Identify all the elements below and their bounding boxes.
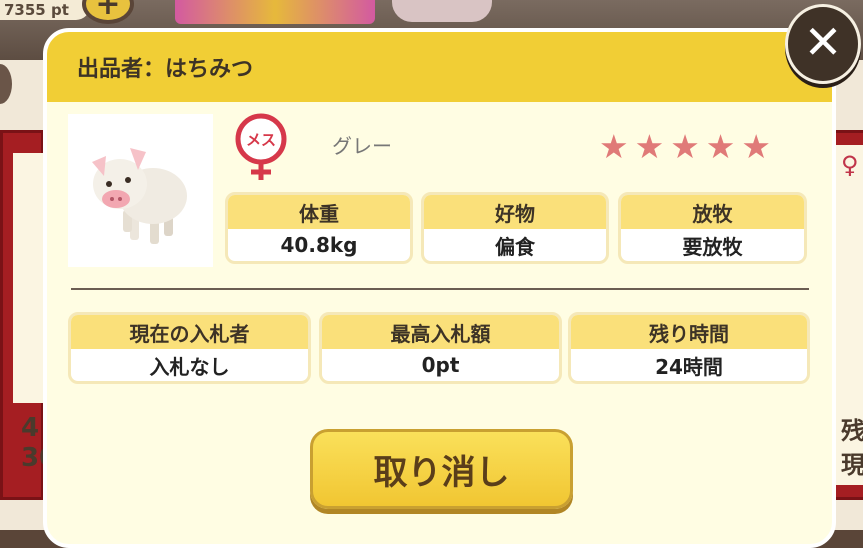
divider [71, 288, 809, 290]
points-display: 7355 pt [0, 0, 90, 20]
rating-stars: ★ ★ ★ ★ ★ [599, 130, 771, 163]
stat-label: 放牧 [621, 195, 804, 229]
seller-header: 出品者：はちみつ [47, 32, 832, 102]
stat-value: 要放牧 [682, 234, 743, 259]
auction-value: 0pt [421, 353, 460, 377]
gender-text: メス [246, 131, 276, 149]
auction-label: 現在の入札者 [71, 315, 308, 349]
stat-label: 好物 [424, 195, 606, 229]
stat-grazing: 放牧 要放牧 [618, 192, 807, 264]
stat-weight: 体重 40.8kg [225, 192, 413, 264]
star-icon: ★ [634, 127, 665, 166]
pig-color-label: グレー [332, 134, 392, 158]
star-icon: ★ [670, 127, 700, 166]
star-icon: ★ [599, 127, 629, 166]
auction-value: 24時間 [655, 354, 723, 379]
close-button[interactable]: ✕ [785, 4, 861, 84]
star-icon: ★ [741, 127, 771, 166]
banner-decoration [392, 0, 492, 22]
background-card-right-text: 現 [841, 451, 863, 479]
female-gender-icon: メス [230, 112, 292, 184]
stat-favorite-food: 好物 偏食 [421, 192, 609, 264]
background-card-right-text: 残 [841, 417, 863, 445]
cancel-listing-button[interactable]: 取り消し [310, 429, 573, 509]
auction-label: 残り時間 [571, 315, 807, 349]
auction-label: 最高入札額 [322, 315, 559, 349]
star-icon: ★ [705, 127, 736, 166]
background-card-left: 4 30 [0, 130, 57, 500]
stat-value: 偏食 [495, 234, 535, 259]
auction-detail-dialog: 出品者：はちみつ メス グレー ★ ★ ★ ★ ★ 体重 40.8kg 好物 偏… [43, 28, 836, 548]
female-icon: ♀ [841, 151, 859, 179]
auction-highest-bid: 最高入札額 0pt [319, 312, 562, 384]
auction-time-remaining: 残り時間 24時間 [568, 312, 810, 384]
auction-current-bidder: 現在の入札者 入札なし [68, 312, 311, 384]
event-banner[interactable] [175, 0, 375, 24]
stat-value: 40.8kg [280, 233, 358, 257]
pig-image [92, 148, 187, 244]
close-icon: ✕ [803, 15, 843, 69]
pig-portrait [68, 114, 213, 267]
auction-value: 入札なし [149, 354, 230, 379]
stat-label: 体重 [228, 195, 410, 229]
